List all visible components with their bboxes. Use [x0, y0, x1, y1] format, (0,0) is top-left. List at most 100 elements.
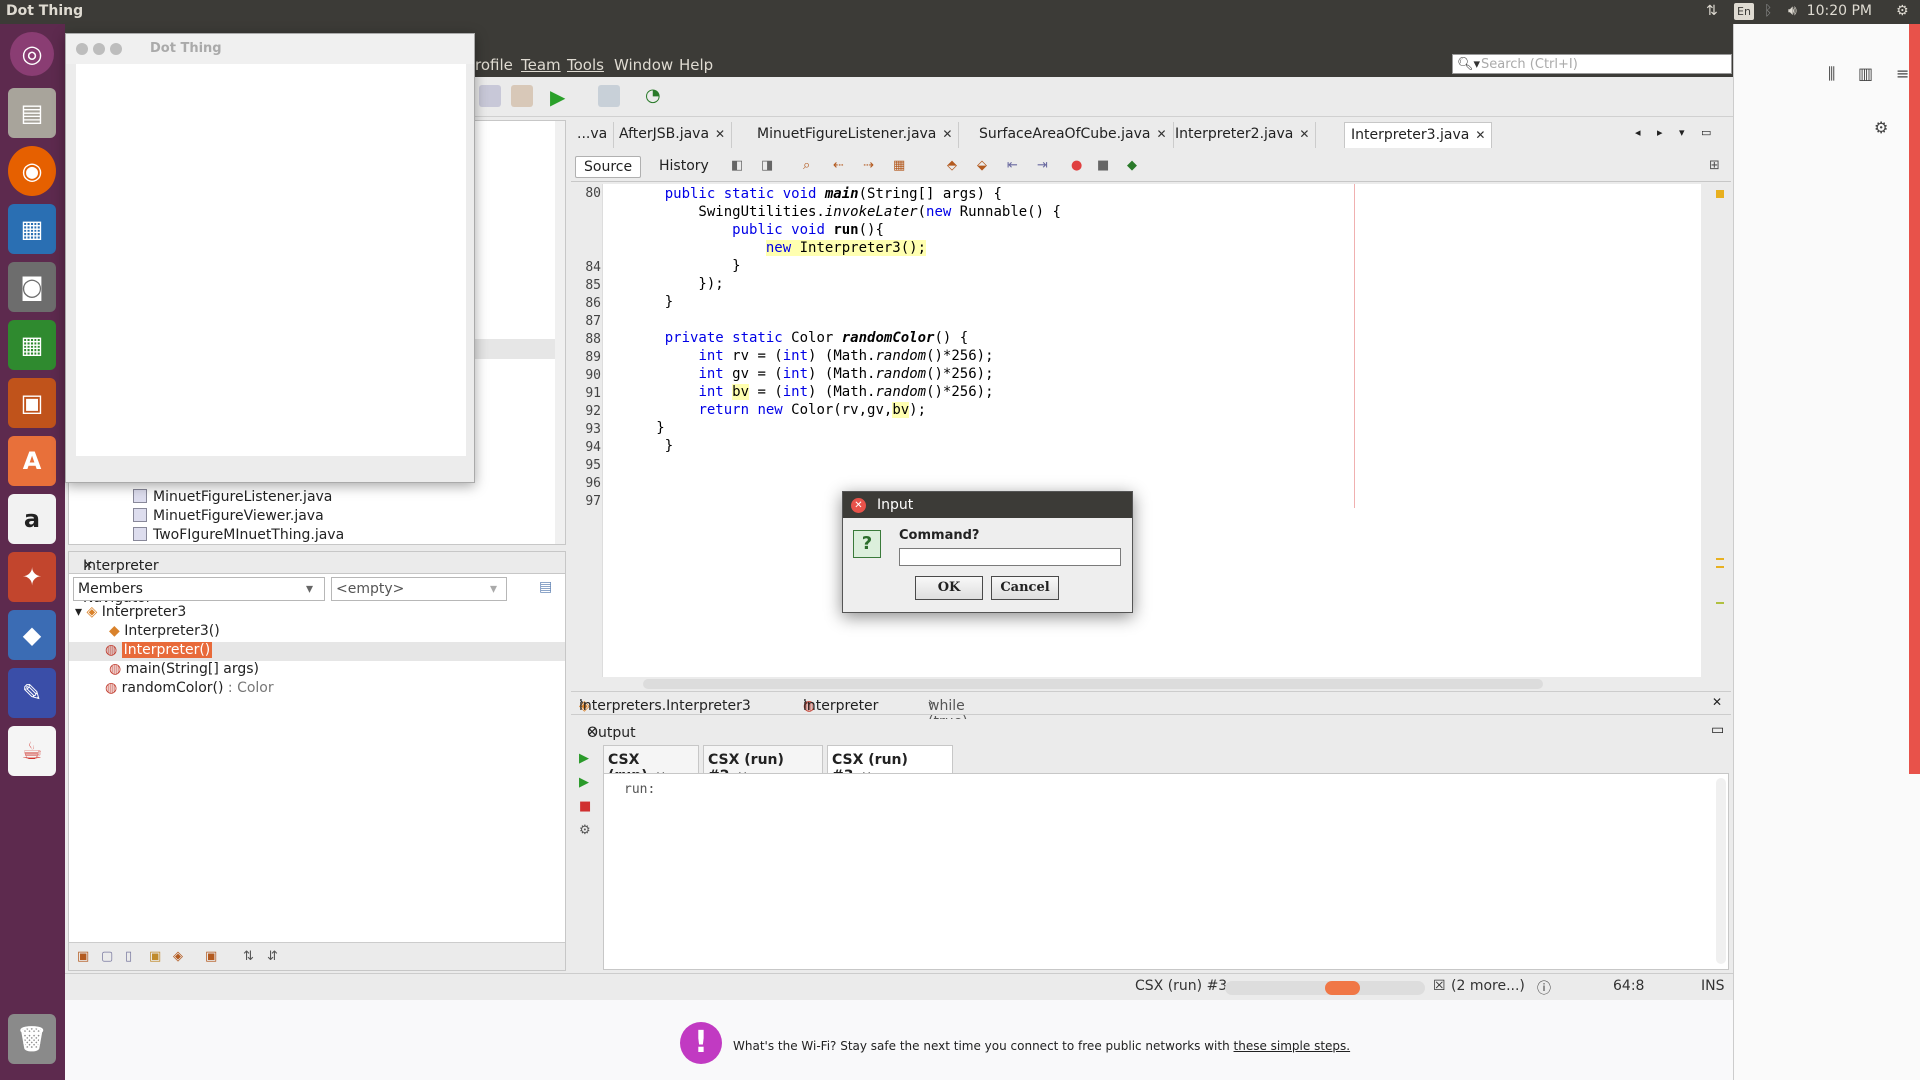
tab-minuetfigurelistener[interactable]: MinuetFigureListener.java ✕ [751, 122, 960, 148]
find-icon[interactable]: ⌕ [803, 158, 810, 173]
sidebar-icon[interactable]: ▥ [1858, 64, 1873, 83]
close-icon[interactable]: ✕ [851, 498, 866, 513]
status-task[interactable]: CSX (run) #3 [1135, 978, 1227, 994]
horizontal-scrollbar[interactable] [633, 677, 1700, 691]
build-icon[interactable] [511, 85, 533, 107]
forward-icon[interactable]: ◨ [761, 158, 773, 173]
box-icon[interactable]: ◆ [8, 610, 56, 660]
member-item[interactable]: ◆ Interpreter3() [109, 623, 220, 639]
calc-icon[interactable]: ▦ [8, 320, 56, 370]
trash-icon[interactable]: 🗑︎ [8, 1014, 56, 1064]
menu-window[interactable]: Window [614, 56, 673, 74]
shift-left-icon[interactable]: ⇤ [1007, 158, 1018, 173]
scrollbar[interactable] [555, 121, 565, 544]
sort-icon[interactable]: ⇅ [243, 949, 254, 964]
filter-icon[interactable]: ◈ [173, 949, 183, 964]
code-editor[interactable]: 80 84 85 86 87 88 89 90 91 92 93 94 95 9… [571, 184, 1701, 677]
volume-icon[interactable]: 🔊︎ [1788, 3, 1797, 19]
editor-scrollbar[interactable] [1702, 184, 1731, 677]
command-input[interactable] [899, 548, 1121, 566]
filter-icon[interactable]: ▣ [77, 949, 89, 964]
bluetooth-icon[interactable]: ᛒ [1764, 3, 1772, 19]
tab-surfaceareaofcube[interactable]: SurfaceAreaOfCube.java ✕ [973, 122, 1174, 148]
toggle-highlight-icon[interactable]: ▦ [893, 158, 905, 173]
find-next-icon[interactable]: ⇢ [863, 158, 874, 173]
cancel-button[interactable]: Cancel [991, 576, 1059, 600]
cancel-task-icon[interactable]: ☒ [1433, 978, 1446, 994]
menu-profile[interactable]: rofile [475, 56, 513, 74]
files-icon[interactable]: ▤ [8, 88, 56, 138]
notifications-icon[interactable]: ⓘ [1537, 978, 1551, 998]
members-select[interactable]: Members ▾ [73, 577, 325, 601]
ubuntu-icon[interactable]: ◎ [10, 32, 54, 76]
amazon-icon[interactable]: a [8, 494, 56, 544]
source-tab[interactable]: Source [575, 156, 642, 178]
filter-icon[interactable]: ▣ [205, 949, 217, 964]
run-icon[interactable]: ▶ [550, 85, 572, 109]
rerun-icon[interactable]: ▶ [579, 751, 589, 766]
menu-team[interactable]: Team [521, 56, 561, 74]
notification-link[interactable]: these simple steps. [1234, 1039, 1351, 1053]
bookmark-icon[interactable]: ⬘ [947, 158, 957, 173]
writer-icon[interactable]: ▦ [8, 204, 56, 254]
menu-icon[interactable]: ≡ [1896, 64, 1909, 83]
minimize-button[interactable] [93, 43, 105, 55]
profile-icon[interactable]: ◔ [645, 85, 667, 107]
output-scrollbar[interactable] [1716, 778, 1726, 964]
maximize-button[interactable] [110, 43, 122, 55]
tab-csx-run[interactable]: CSX (run)✕ [603, 745, 699, 784]
file-item[interactable]: MinuetFigureListener.java [133, 489, 332, 505]
tab-csx-run-2[interactable]: CSX (run) #2✕ [703, 745, 823, 784]
filter-icon[interactable]: ▢ [101, 949, 113, 964]
output-console[interactable]: run: [603, 773, 1729, 970]
filter-select[interactable]: <empty> ▾ [331, 577, 507, 601]
file-item[interactable]: TwoFIgureMInuetThing.java [133, 527, 344, 543]
macro-icon[interactable]: ◆ [1127, 158, 1137, 173]
java-icon[interactable]: ☕ [8, 726, 56, 776]
tab-interpreter3[interactable]: Interpreter3.java ✕ [1344, 122, 1493, 148]
settings-gear-icon[interactable]: ⚙ [1874, 118, 1888, 137]
debug-icon[interactable] [598, 85, 620, 107]
close-icon[interactable]: ✕ [1712, 695, 1722, 709]
keyboard-layout[interactable]: En [1734, 3, 1754, 20]
member-item-selected[interactable]: ◍ Interpreter() [105, 642, 213, 658]
tab-afterjsb[interactable]: AfterJSB.java ✕ [613, 122, 733, 148]
close-button[interactable] [76, 43, 88, 55]
tree-root[interactable]: ▾ ◈ Interpreter3 [75, 604, 186, 620]
gear-icon[interactable]: ⚙ [1896, 3, 1909, 19]
rerun-params-icon[interactable]: ▶ [579, 775, 589, 790]
software-center-icon[interactable]: A [8, 436, 56, 486]
filter-icon[interactable]: ▣ [149, 949, 161, 964]
marker[interactable] [1716, 602, 1724, 604]
breadcrumb-item[interactable]: ◍ interpreter › [803, 695, 878, 714]
settings-icon[interactable]: ✦ [8, 552, 56, 602]
file-item[interactable]: MinuetFigureViewer.java [133, 508, 324, 524]
stop-macro-icon[interactable]: ■ [1097, 158, 1109, 173]
ok-button[interactable]: OK [915, 576, 983, 600]
marker[interactable] [1716, 566, 1724, 568]
minimize-icon[interactable]: ▭ [1711, 722, 1724, 738]
breadcrumb-item[interactable]: ◈ interpreters.Interpreter3 › [579, 695, 751, 714]
settings-icon[interactable]: ⚙ [579, 823, 591, 838]
marker[interactable] [1716, 558, 1724, 560]
warning-marker[interactable] [1716, 190, 1724, 198]
split-icon[interactable]: ⊞ [1709, 158, 1720, 173]
impress-icon[interactable]: ▣ [8, 378, 56, 428]
tab-csx-run-3[interactable]: CSX (run) #3✕ [827, 745, 953, 784]
library-icon[interactable]: ⫼ [1828, 64, 1835, 84]
more-tasks[interactable]: (2 more...) [1451, 978, 1525, 994]
menu-help[interactable]: Help [679, 56, 713, 74]
scroll-left-icon[interactable]: ◂ [1635, 126, 1641, 139]
sort-icon[interactable]: ⇵ [267, 949, 278, 964]
network-icon[interactable]: ⇅ [1706, 3, 1718, 19]
filter-icon[interactable]: ▯ [125, 949, 132, 964]
camera-icon[interactable]: ◙ [8, 262, 56, 312]
menu-tools[interactable]: Tools [567, 56, 604, 74]
editor-icon[interactable]: ✎ [8, 668, 56, 718]
tab-partial[interactable]: ...va [571, 122, 615, 148]
search-input[interactable]: 🔍︎▾ Search (Ctrl+I) [1452, 54, 1732, 74]
clock[interactable]: 10:20 PM [1807, 3, 1872, 19]
tab-interpreter2[interactable]: Interpreter2.java ✕ [1169, 122, 1317, 148]
back-icon[interactable]: ◧ [731, 158, 743, 173]
scroll-right-icon[interactable]: ▸ [1657, 126, 1663, 139]
